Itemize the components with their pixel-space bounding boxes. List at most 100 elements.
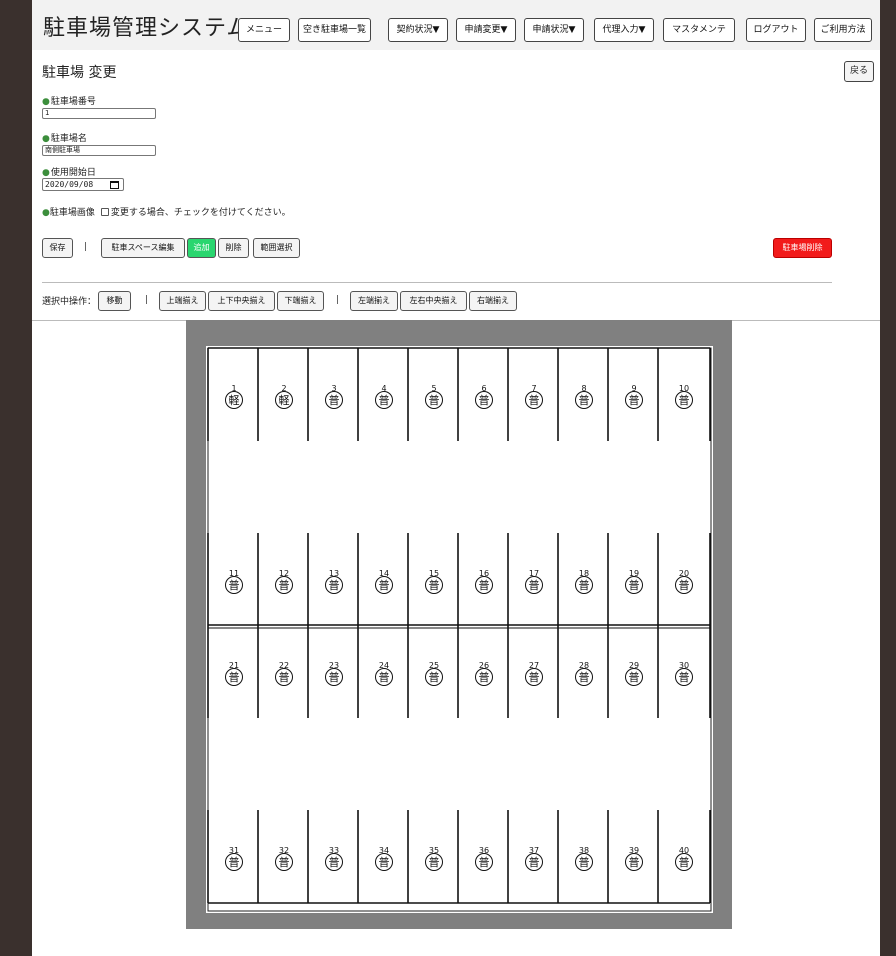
space-type-label: 普 (579, 578, 590, 592)
space-number-label: 17 (529, 569, 539, 578)
nav-master-maintenance-button[interactable]: マスタメンテ (663, 18, 735, 42)
range-select-button[interactable]: 範囲選択 (253, 238, 300, 258)
start-date-value: 2020/09/08 (45, 180, 94, 189)
space-type-label: 普 (379, 855, 390, 869)
image-label: 駐車場画像 (49, 208, 95, 218)
space-number-label: 4 (381, 384, 386, 393)
space-number-label: 23 (329, 661, 339, 670)
space-number-label: 16 (479, 569, 489, 578)
space-type-label: 普 (629, 393, 640, 407)
page: 駐車場管理システム メニュー 空き駐車場一覧 契約状況▼ 申請変更▼ 申請状況▼… (32, 0, 880, 956)
separator: | (145, 295, 149, 305)
space-number-label: 18 (579, 569, 589, 578)
move-button[interactable]: 移動 (98, 291, 131, 311)
space-type-label: 普 (379, 578, 390, 592)
space-number-label: 20 (679, 569, 689, 578)
start-date-label: ●使用開始日 (42, 165, 96, 178)
separator: | (336, 295, 340, 305)
nav-vacant-lots-button[interactable]: 空き駐車場一覧 (298, 18, 371, 42)
space-type-label: 普 (629, 855, 640, 869)
align-top-button[interactable]: 上端揃え (159, 291, 206, 311)
space-number-label: 9 (631, 384, 636, 393)
nav-logout-button[interactable]: ログアウト (746, 18, 806, 42)
space-number-label: 33 (329, 846, 339, 855)
space-number-label: 13 (329, 569, 339, 578)
space-number-label: 11 (229, 569, 239, 578)
align-bottom-button[interactable]: 下端揃え (277, 291, 324, 311)
space-number-label: 38 (579, 846, 589, 855)
space-type-label: 普 (529, 670, 540, 684)
space-number-label: 37 (529, 846, 539, 855)
space-number-label: 6 (481, 384, 486, 393)
required-marker: ● (42, 97, 50, 107)
required-marker: ● (42, 168, 50, 178)
space-number-label: 25 (429, 661, 439, 670)
save-button[interactable]: 保存 (42, 238, 73, 258)
space-number-label: 21 (229, 661, 239, 670)
space-number-label: 40 (679, 846, 689, 855)
map-edge-tab (192, 805, 206, 910)
delete-button[interactable]: 削除 (218, 238, 249, 258)
align-right-button[interactable]: 右端揃え (469, 291, 517, 311)
nav-contract-status-button[interactable]: 契約状況▼ (388, 18, 448, 42)
space-number-label: 36 (479, 846, 489, 855)
lot-number-input[interactable]: 1 (42, 108, 156, 119)
space-type-label: 普 (579, 855, 590, 869)
start-date-input[interactable]: 2020/09/08 (42, 178, 124, 191)
parking-lot-map: 軽1軽2普3普4普5普6普7普8普9普10普11普12普13普14普15普16普… (186, 320, 732, 929)
space-number-label: 5 (431, 384, 436, 393)
nav-application-change-button[interactable]: 申請変更▼ (456, 18, 516, 42)
space-type-label: 普 (429, 393, 440, 407)
separator: | (84, 242, 88, 252)
add-button[interactable]: 追加 (187, 238, 216, 258)
align-vcenter-button[interactable]: 上下中央揃え (208, 291, 275, 311)
space-number-label: 8 (581, 384, 586, 393)
space-number-label: 3 (331, 384, 336, 393)
nav-application-status-button[interactable]: 申請状況▼ (524, 18, 584, 42)
space-type-label: 普 (479, 670, 490, 684)
space-type-label: 普 (379, 393, 390, 407)
selection-ops-label: 選択中操作： (42, 297, 97, 307)
delete-lot-button[interactable]: 駐車場削除 (773, 238, 832, 258)
top-bar: 駐車場管理システム メニュー 空き駐車場一覧 契約状況▼ 申請変更▼ 申請状況▼… (32, 0, 880, 50)
space-type-label: 普 (529, 855, 540, 869)
lot-name-input[interactable]: 南側駐車場 (42, 145, 156, 156)
space-type-label: 普 (429, 855, 440, 869)
space-number-label: 22 (279, 661, 289, 670)
space-type-label: 普 (579, 393, 590, 407)
image-row: ●駐車場画像 変更する場合、チェックを付けてください。 (42, 205, 291, 218)
space-type-label: 普 (679, 578, 690, 592)
space-number-label: 1 (231, 384, 236, 393)
space-type-label: 普 (479, 393, 490, 407)
space-number-label: 35 (429, 846, 439, 855)
space-number-label: 29 (629, 661, 639, 670)
space-type-label: 普 (279, 670, 290, 684)
space-type-label: 普 (629, 578, 640, 592)
lot-number-label-text: 駐車場番号 (50, 97, 96, 107)
space-number-label: 15 (429, 569, 439, 578)
nav-menu-button[interactable]: メニュー (238, 18, 290, 42)
space-number-label: 27 (529, 661, 539, 670)
edit-spaces-button[interactable]: 駐車スペース編集 (101, 238, 185, 258)
divider (42, 282, 832, 283)
calendar-icon[interactable] (110, 181, 119, 189)
image-change-checkbox[interactable] (100, 208, 109, 216)
space-type-label: 普 (679, 670, 690, 684)
align-hcenter-button[interactable]: 左右中央揃え (400, 291, 467, 311)
space-number-label: 7 (531, 384, 536, 393)
space-type-label: 普 (329, 670, 340, 684)
required-marker: ● (42, 208, 50, 218)
nav-proxy-input-button[interactable]: 代理入力▼ (594, 18, 654, 42)
nav-help-button[interactable]: ご利用方法 (814, 18, 872, 42)
page-title: 駐車場 変更 (42, 65, 117, 81)
space-type-label: 普 (229, 670, 240, 684)
align-left-button[interactable]: 左端揃え (350, 291, 398, 311)
space-type-label: 軽 (279, 394, 290, 407)
back-button[interactable]: 戻る (844, 61, 874, 82)
map-edge-tab (192, 348, 206, 413)
map-edge-tab (192, 533, 206, 720)
space-type-label: 普 (479, 855, 490, 869)
space-type-label: 普 (229, 855, 240, 869)
space-type-label: 普 (479, 578, 490, 592)
space-type-label: 普 (429, 670, 440, 684)
